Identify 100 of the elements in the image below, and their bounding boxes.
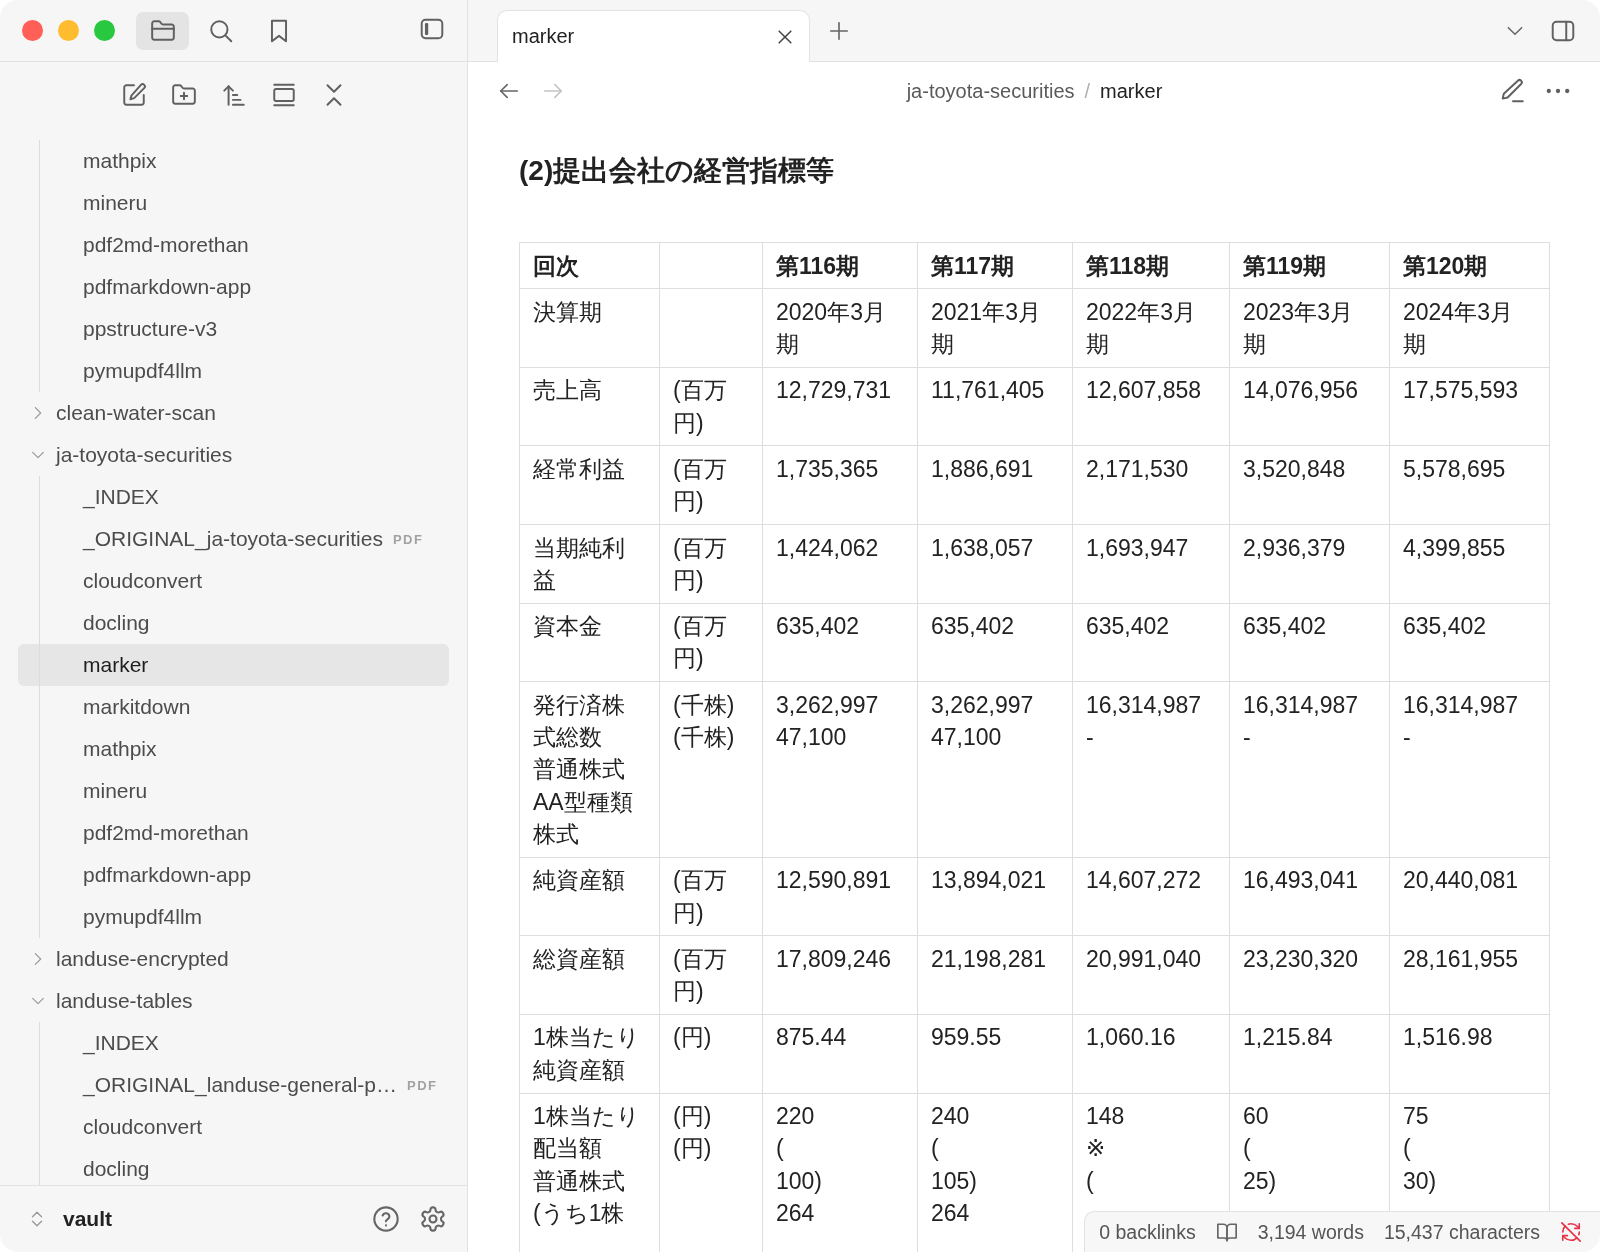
- table-cell: 売上高: [519, 367, 660, 446]
- table-cell: 13,894,021: [917, 857, 1073, 936]
- table-cell: (百万円): [659, 857, 763, 936]
- table-cell: 経常利益: [519, 446, 660, 525]
- file-item[interactable]: _INDEX: [18, 476, 449, 518]
- table-cell: 3,520,848: [1229, 446, 1390, 525]
- folder-item[interactable]: landuse-encrypted: [18, 938, 449, 980]
- file-item[interactable]: _INDEX: [18, 1022, 449, 1064]
- table-cell: 23,230,320: [1229, 935, 1390, 1015]
- table-cell: 11,761,405: [917, 367, 1073, 446]
- search-icon[interactable]: [207, 17, 234, 44]
- table-cell-line: 148: [1086, 1102, 1126, 1132]
- book-icon[interactable]: [1215, 1221, 1238, 1243]
- table-cell: 635,402: [917, 603, 1073, 682]
- file-item[interactable]: cloudconvert: [18, 1106, 449, 1148]
- table-cell: 20,440,081: [1389, 857, 1550, 936]
- table-cell-line: (: [776, 1134, 785, 1164]
- folder-item[interactable]: landuse-tables: [18, 980, 449, 1022]
- table-cell-line: 47,100: [776, 723, 848, 753]
- table-cell-line: 264: [776, 1198, 816, 1228]
- settings-icon[interactable]: [419, 1205, 447, 1233]
- file-item[interactable]: _ORIGINAL_ja-toyota-securities PDF: [18, 518, 449, 560]
- backlinks-count[interactable]: 0 backlinks: [1099, 1220, 1196, 1244]
- column-header: 第117期: [917, 242, 1073, 289]
- new-tab-icon[interactable]: [828, 19, 850, 42]
- table-cell-line: 1株当たり配当額: [533, 1102, 641, 1164]
- table-cell-line: 75: [1403, 1102, 1430, 1132]
- close-window-icon[interactable]: [22, 20, 43, 41]
- table-cell: 17,575,593: [1389, 367, 1550, 446]
- table-cell: 総資産額: [519, 935, 660, 1015]
- table-cell-line: 3,262,997: [776, 690, 880, 720]
- table-cell: 28,161,955: [1389, 935, 1550, 1015]
- file-item[interactable]: mathpix: [18, 728, 449, 770]
- table-cell: 資本金: [519, 603, 660, 682]
- table-cell: 当期純利益: [519, 524, 660, 604]
- file-item[interactable]: mathpix: [18, 140, 449, 182]
- table-cell-line: -: [1403, 723, 1412, 753]
- table-cell-line: -: [1243, 723, 1252, 753]
- new-folder-icon[interactable]: [170, 82, 197, 108]
- file-item[interactable]: mineru: [18, 182, 449, 224]
- folder-item[interactable]: clean-water-scan: [18, 392, 449, 434]
- table-cell: 12,729,731: [762, 367, 918, 446]
- file-item[interactable]: markitdown: [18, 686, 449, 728]
- table-cell-line: ※: [1086, 1134, 1107, 1164]
- table-cell-line: 100): [776, 1166, 824, 1196]
- table-cell: 21,198,281: [917, 935, 1073, 1015]
- table-cell: 2,171,530: [1072, 446, 1230, 525]
- table-cell: 16,493,041: [1229, 857, 1390, 936]
- new-note-icon[interactable]: [120, 82, 147, 108]
- file-item[interactable]: marker: [18, 644, 449, 686]
- table-cell: 1,638,057: [917, 524, 1073, 604]
- file-item[interactable]: docling: [18, 1148, 449, 1185]
- file-item[interactable]: docling: [18, 602, 449, 644]
- vault-name[interactable]: vault: [63, 1207, 112, 1231]
- folder-item[interactable]: ja-toyota-securities: [18, 434, 449, 476]
- table-cell-line: (千株): [673, 723, 736, 753]
- table-cell-line: (円): [673, 1102, 713, 1132]
- file-item[interactable]: _ORIGINAL_landuse-general-p… PDF: [18, 1064, 449, 1106]
- table-cell-line: 60: [1243, 1102, 1270, 1132]
- file-item[interactable]: pdfmarkdown-app: [18, 266, 449, 308]
- file-item[interactable]: pymupdf4llm: [18, 350, 449, 392]
- edit-icon[interactable]: [1500, 78, 1526, 104]
- table-cell-line: 25): [1243, 1166, 1278, 1196]
- sort-icon[interactable]: [220, 82, 247, 108]
- table-cell-line: (: [1086, 1166, 1095, 1196]
- table-cell: 1,735,365: [762, 446, 918, 525]
- table-cell: 959.55: [917, 1014, 1073, 1094]
- table-cell: 1,886,691: [917, 446, 1073, 525]
- table-cell: (百万円): [659, 603, 763, 682]
- file-item[interactable]: ppstructure-v3: [18, 308, 449, 350]
- table-cell: 1,424,062: [762, 524, 918, 604]
- folder-icon[interactable]: [149, 17, 176, 44]
- table-cell-line: (: [1403, 1134, 1412, 1164]
- file-item[interactable]: pdfmarkdown-app: [18, 854, 449, 896]
- file-item[interactable]: pdf2md-morethan: [18, 224, 449, 266]
- table-cell: (円): [659, 1014, 763, 1094]
- column-header: 第120期: [1389, 242, 1550, 289]
- table-cell-line: (円): [673, 1134, 713, 1164]
- column-header: 回次: [519, 242, 660, 289]
- file-type-label: PDF: [392, 531, 424, 547]
- panel-icon[interactable]: [270, 82, 297, 108]
- file-item[interactable]: cloudconvert: [18, 560, 449, 602]
- table-cell-line: 220: [776, 1102, 816, 1132]
- file-item[interactable]: pymupdf4llm: [18, 896, 449, 938]
- file-item[interactable]: pdf2md-morethan: [18, 812, 449, 854]
- table-cell: 1,516.98: [1389, 1014, 1550, 1094]
- table-cell: 1,060.16: [1072, 1014, 1230, 1094]
- help-icon[interactable]: [372, 1205, 400, 1233]
- tab[interactable]: marker: [497, 10, 810, 62]
- table-cell: 1,693,947: [1072, 524, 1230, 604]
- breadcrumb-link[interactable]: ja-toyota-securities: [906, 79, 1075, 103]
- table-cell-line: 240: [931, 1102, 971, 1132]
- column-header: 第118期: [1072, 242, 1230, 289]
- table-cell: 14,076,956: [1229, 367, 1390, 446]
- file-type-label: PDF: [407, 1077, 438, 1093]
- file-item[interactable]: mineru: [18, 770, 449, 812]
- breadcrumb-current: marker: [1100, 79, 1163, 103]
- breadcrumb-separator: /: [1084, 79, 1091, 103]
- files-button[interactable]: [136, 11, 189, 50]
- table-cell-line: 発行済株式総数: [533, 690, 626, 753]
